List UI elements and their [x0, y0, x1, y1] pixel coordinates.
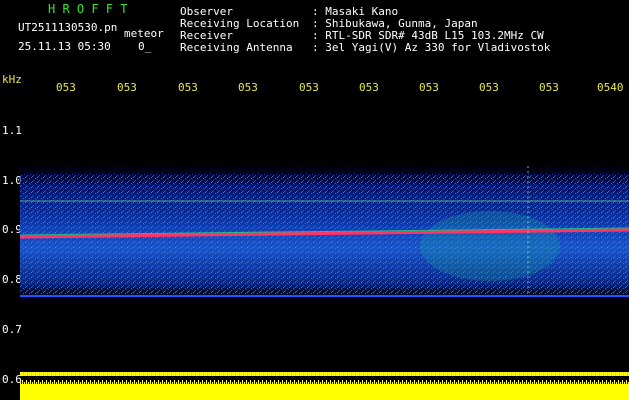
x-tick: 053	[56, 81, 76, 94]
filename-label: UT2511130530.pn	[18, 21, 118, 34]
y-tick: 0.9	[2, 223, 22, 236]
x-tick: 053	[539, 81, 559, 94]
x-tick: 053	[479, 81, 499, 94]
x-tick: 0540	[597, 81, 624, 94]
echo-cluster	[420, 211, 560, 281]
y-tick: 0.7	[2, 323, 22, 336]
y-tick: 0.8	[2, 273, 22, 286]
y-tick: 1.0	[2, 174, 22, 187]
x-tick: 053	[178, 81, 198, 94]
x-tick: 053	[419, 81, 439, 94]
info-value-antenna: : 3el Yagi(V) Az 330 for Vladivostok	[312, 41, 551, 54]
noise-floor-fill	[20, 384, 629, 400]
x-tick: 053	[359, 81, 379, 94]
info-label-antenna: Receiving Antenna	[180, 41, 293, 54]
x-tick: 053	[117, 81, 137, 94]
x-tick: 053	[299, 81, 319, 94]
x-tick: 053	[238, 81, 258, 94]
app-title: H R O F F T	[48, 2, 128, 16]
hrofft-window: H R O F F T UT2511130530.pn meteor 25.11…	[0, 0, 629, 400]
meteor-label: meteor	[124, 27, 164, 40]
y-tick: 1.1	[2, 124, 22, 137]
y-tick: 0.6	[2, 373, 22, 386]
meteor-count: 0_	[138, 40, 152, 53]
spectrogram-plot	[20, 164, 629, 400]
y-axis-unit: kHz	[2, 73, 22, 86]
datetime-label: 25.11.13 05:30	[18, 40, 111, 53]
